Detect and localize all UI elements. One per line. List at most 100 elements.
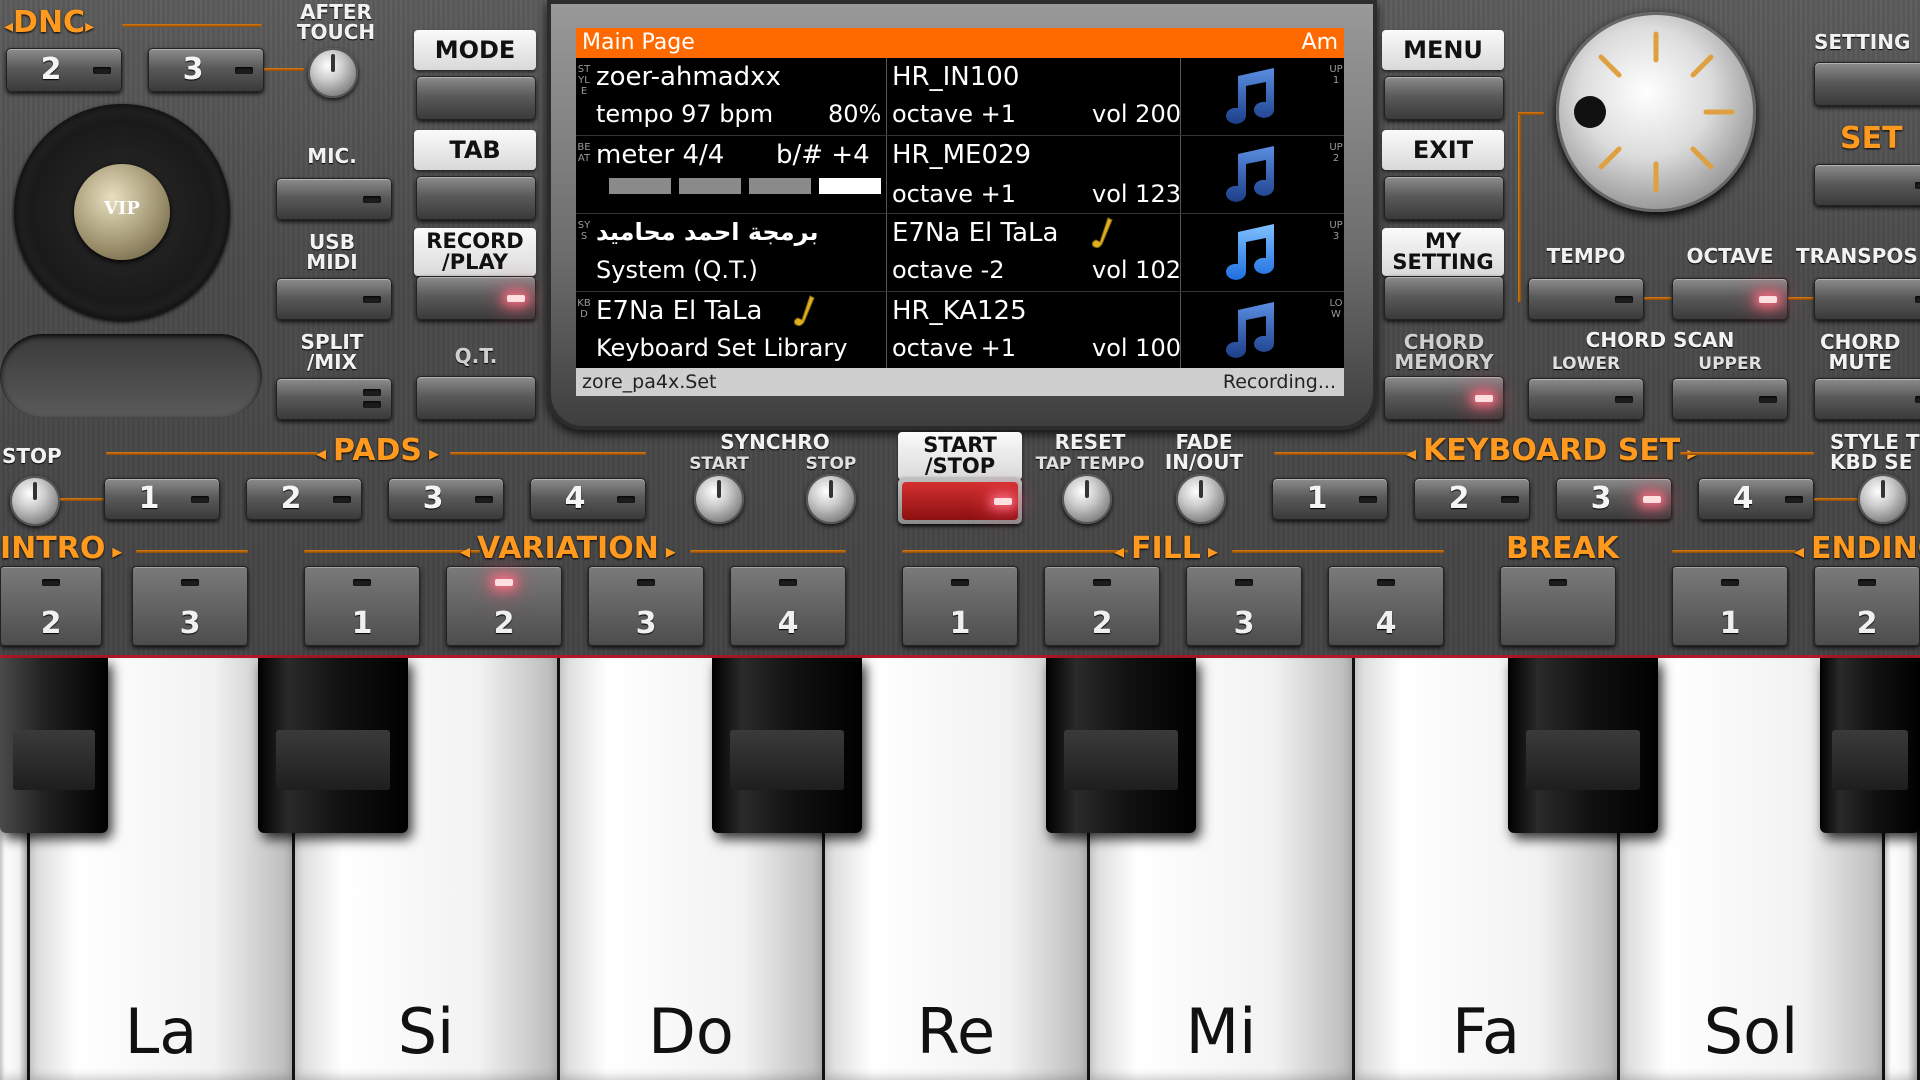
black-key[interactable] xyxy=(1820,658,1920,833)
tempo-button[interactable] xyxy=(1528,278,1644,320)
exit-button[interactable] xyxy=(1384,176,1504,220)
start-stop-button[interactable] xyxy=(898,478,1022,524)
pad-button-2[interactable]: 2 xyxy=(246,478,362,520)
mode-label: MODE xyxy=(414,30,536,70)
set-button[interactable] xyxy=(1814,164,1920,206)
ending-button-2[interactable]: 2 xyxy=(1814,566,1920,646)
row-tag: UP1 xyxy=(1329,64,1343,86)
led-active xyxy=(1643,496,1661,503)
keyboard-set-button-3[interactable]: 3 xyxy=(1556,478,1672,520)
black-key[interactable] xyxy=(1046,658,1196,833)
synchro-start-knob[interactable] xyxy=(694,474,744,524)
pad-button-1[interactable]: 1 xyxy=(104,478,220,520)
set-label: SET xyxy=(1840,121,1903,156)
led xyxy=(1615,296,1633,303)
qt-button[interactable] xyxy=(416,376,536,420)
row-tag: UP3 xyxy=(1329,220,1343,242)
record-play-button[interactable] xyxy=(416,276,536,320)
key-label: Mi xyxy=(1185,995,1257,1068)
screen-row-style[interactable]: STYLE zoer-ahmadxx tempo 97 bpm 80% HR_I… xyxy=(576,58,1344,136)
mode-button[interactable] xyxy=(416,76,536,120)
data-dial[interactable] xyxy=(1556,12,1756,212)
fill-button-4[interactable]: 4 xyxy=(1328,566,1444,646)
led xyxy=(1858,579,1876,586)
black-key[interactable] xyxy=(1508,658,1658,833)
fill-button-1[interactable]: 1 xyxy=(902,566,1018,646)
key-label: Do xyxy=(648,995,734,1068)
led xyxy=(1235,579,1253,586)
dnc-button-2[interactable]: 2 xyxy=(6,48,122,92)
ending-button-1[interactable]: 1 xyxy=(1672,566,1788,646)
screen-title: Main Page xyxy=(582,30,695,55)
mic-button[interactable] xyxy=(276,178,392,220)
pitch-joystick[interactable]: VIP xyxy=(14,104,230,320)
transpose-button[interactable] xyxy=(1814,278,1920,320)
chord-scan-upper-button[interactable] xyxy=(1672,378,1788,420)
variation-button-1[interactable]: 1 xyxy=(304,566,420,646)
music-note-icon xyxy=(1216,298,1286,364)
style-to-kbd-knob[interactable] xyxy=(1858,474,1908,524)
beat-bar xyxy=(609,178,671,194)
led xyxy=(1915,296,1920,303)
screen-row-system[interactable]: SYS برمجة احمد محاميد System (Q.T.) E7Na… xyxy=(576,214,1344,292)
variation-button-2[interactable]: 2 xyxy=(446,566,562,646)
setting-button[interactable] xyxy=(1814,62,1920,106)
variation-button-4[interactable]: 4 xyxy=(730,566,846,646)
break-button[interactable] xyxy=(1500,566,1616,646)
pad-stop-knob[interactable] xyxy=(10,476,60,526)
fill-button-3[interactable]: 3 xyxy=(1186,566,1302,646)
connector-line xyxy=(1788,297,1814,300)
row-side-label: KBD xyxy=(577,298,591,320)
dnc-label: ◂DNC▸ xyxy=(4,5,95,40)
led xyxy=(475,496,493,503)
led xyxy=(1785,496,1803,503)
led-active xyxy=(495,579,513,586)
synchro-start-label: START xyxy=(689,454,749,474)
split-mix-button[interactable] xyxy=(276,378,392,420)
synchro-stop-knob[interactable] xyxy=(806,474,856,524)
led xyxy=(181,579,199,586)
tab-button[interactable] xyxy=(416,176,536,220)
black-key[interactable] xyxy=(258,658,408,833)
dnc-button-3[interactable]: 3 xyxy=(148,48,264,92)
start-stop-label: START/STOP xyxy=(898,432,1022,480)
reset-label: RESET xyxy=(1054,430,1126,454)
after-touch-knob[interactable] xyxy=(308,48,358,98)
keyboard-set-button-1[interactable]: 1 xyxy=(1272,478,1388,520)
screen-row-keyboard[interactable]: KBD E7Na El TaLa Keyboard Set Library HR… xyxy=(576,292,1344,370)
synchro-label: SYNCHRO xyxy=(720,430,830,454)
octave-button[interactable] xyxy=(1672,278,1788,320)
black-key[interactable] xyxy=(0,658,108,833)
screen-header: Main Page Am xyxy=(576,28,1344,58)
fill-button-2[interactable]: 2 xyxy=(1044,566,1160,646)
my-setting-button[interactable] xyxy=(1384,276,1504,320)
led xyxy=(363,401,381,408)
chord-mute-button[interactable] xyxy=(1814,378,1920,420)
variation-button-label: 3 xyxy=(635,606,657,641)
modulation-wheel[interactable] xyxy=(0,334,262,418)
intro-button-2[interactable]: 2 xyxy=(0,566,102,646)
chord-scan-lower-button[interactable] xyxy=(1528,378,1644,420)
variation-line xyxy=(690,550,846,553)
keyboard-set-button-4[interactable]: 4 xyxy=(1698,478,1814,520)
dnc-line xyxy=(122,24,262,27)
tempo-value: tempo 97 bpm xyxy=(596,100,774,128)
pad-button-3[interactable]: 3 xyxy=(388,478,504,520)
key-label: Re xyxy=(916,995,996,1068)
led xyxy=(951,579,969,586)
black-key[interactable] xyxy=(712,658,862,833)
screen-row-beat[interactable]: BEAT meter 4/4 b/# +4 HR_ME029 octave +1… xyxy=(576,136,1344,214)
intro-button-3[interactable]: 3 xyxy=(132,566,248,646)
pad-button-4[interactable]: 4 xyxy=(530,478,646,520)
fill-button-label: 4 xyxy=(1375,606,1397,641)
variation-button-3[interactable]: 3 xyxy=(588,566,704,646)
menu-button[interactable] xyxy=(1384,76,1504,120)
usb-midi-button[interactable] xyxy=(276,278,392,320)
fill-button-label: 3 xyxy=(1233,606,1255,641)
fade-knob[interactable] xyxy=(1176,474,1226,524)
transpose-value: b/# +4 xyxy=(776,140,870,170)
chord-memory-button[interactable] xyxy=(1384,376,1504,420)
reset-tap-tempo-knob[interactable] xyxy=(1062,474,1112,524)
keyboard-set-button-2[interactable]: 2 xyxy=(1414,478,1530,520)
variation-button-label: 2 xyxy=(493,606,515,641)
